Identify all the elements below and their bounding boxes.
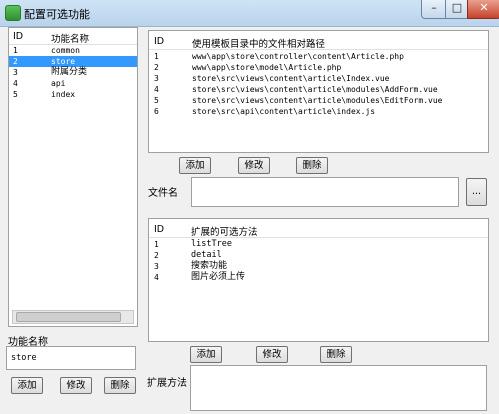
- add-file-button[interactable]: 添加: [179, 157, 211, 174]
- function-list-header-name: 功能名称: [51, 34, 90, 45]
- file-list[interactable]: ID 使用模板目录中的文件相对路径 1 www\app\store\control…: [148, 30, 489, 153]
- function-name-field[interactable]: store: [6, 346, 136, 370]
- close-icon: ✕: [479, 1, 489, 14]
- table-row[interactable]: 4 图片必须上传: [149, 272, 488, 283]
- row-id: 1: [154, 52, 159, 61]
- row-method: 搜索功能: [191, 261, 228, 271]
- table-row[interactable]: 2 detail: [149, 250, 488, 261]
- row-path: store\src\views\content\article\Index.vu…: [192, 74, 390, 83]
- list-item-id: 3: [13, 68, 18, 77]
- row-id: 2: [154, 63, 159, 72]
- file-name-label: 文件名: [148, 188, 178, 199]
- row-method: detail: [191, 250, 222, 260]
- list-item-name: index: [51, 90, 76, 99]
- table-row[interactable]: 6 store\src\api\content\article\index.js: [149, 106, 488, 117]
- edit-function-button[interactable]: 修改: [60, 377, 92, 394]
- browse-button[interactable]: ...: [466, 178, 487, 206]
- list-item-name: api: [51, 79, 66, 88]
- list-item-name: common: [51, 46, 80, 55]
- delete-file-button[interactable]: 删除: [296, 157, 328, 174]
- scrollbar-thumb[interactable]: [16, 312, 121, 322]
- app-icon: [5, 5, 21, 21]
- row-path: www\app\store\controller\content\Article…: [192, 52, 404, 61]
- table-row[interactable]: 1 listTree: [149, 239, 488, 250]
- table-row[interactable]: 3 store\src\views\content\article\Index.v…: [149, 73, 488, 84]
- row-id: 3: [154, 74, 159, 83]
- row-path: www\app\store\model\Article.php: [192, 63, 342, 72]
- delete-function-button[interactable]: 删除: [104, 377, 136, 394]
- edit-file-button[interactable]: 修改: [238, 157, 270, 174]
- header-divider: [149, 49, 488, 50]
- row-path: store\src\api\content\article\index.js: [192, 107, 376, 116]
- window-title: 配置可选功能: [24, 8, 90, 21]
- method-list[interactable]: ID 扩展的可选方法 1 listTree 2 detail 3 搜索功能 4 图片必须…: [148, 218, 489, 342]
- minimize-button[interactable]: –: [421, 0, 447, 19]
- row-id: 1: [154, 240, 159, 249]
- add-function-button[interactable]: 添加: [11, 377, 43, 394]
- method-list-header-id: ID: [154, 224, 165, 235]
- list-item[interactable]: 3 附属分类: [9, 67, 137, 78]
- list-item[interactable]: 1 common: [9, 45, 137, 56]
- row-id: 2: [154, 251, 159, 260]
- method-name-field[interactable]: [190, 365, 487, 411]
- list-item[interactable]: 5 index: [9, 89, 137, 100]
- horizontal-scrollbar[interactable]: [12, 310, 134, 324]
- list-item-id: 2: [13, 57, 18, 66]
- row-id: 4: [154, 273, 159, 282]
- list-item-name: store: [51, 57, 76, 66]
- row-method: listTree: [191, 239, 232, 249]
- header-divider: [149, 237, 488, 238]
- list-item-name: 附属分类: [51, 67, 88, 77]
- maximize-button[interactable]: □: [445, 0, 469, 19]
- row-path: store\src\views\content\article\modules\…: [192, 96, 443, 105]
- row-id: 4: [154, 85, 159, 94]
- method-list-header-method: 扩展的可选方法: [191, 227, 258, 238]
- row-id: 3: [154, 262, 159, 271]
- close-button[interactable]: ✕: [467, 0, 499, 19]
- list-item-id: 1: [13, 46, 18, 55]
- title-bar: 配置可选功能 – □ ✕: [0, 0, 499, 27]
- table-row[interactable]: 1 www\app\store\controller\content\Articl…: [149, 51, 488, 62]
- row-method: 图片必须上传: [191, 272, 246, 282]
- table-row[interactable]: 5 store\src\views\content\article\modules…: [149, 95, 488, 106]
- table-row[interactable]: 4 store\src\views\content\article\modules…: [149, 84, 488, 95]
- function-list-header-id: ID: [13, 31, 24, 42]
- edit-method-button[interactable]: 修改: [256, 346, 288, 363]
- file-list-header-id: ID: [154, 36, 165, 47]
- method-name-label: 扩展方法: [147, 378, 187, 389]
- maximize-icon: □: [451, 1, 463, 14]
- file-name-field[interactable]: [191, 177, 459, 207]
- add-method-button[interactable]: 添加: [190, 346, 222, 363]
- minimize-icon: –: [431, 1, 437, 14]
- row-id: 5: [154, 96, 159, 105]
- file-list-header-path: 使用模板目录中的文件相对路径: [192, 39, 326, 50]
- list-item-id: 5: [13, 90, 18, 99]
- table-row[interactable]: 3 搜索功能: [149, 261, 488, 272]
- table-row[interactable]: 2 www\app\store\model\Article.php: [149, 62, 488, 73]
- function-name-value: store: [11, 353, 37, 363]
- delete-method-button[interactable]: 删除: [320, 346, 352, 363]
- list-item[interactable]: 4 api: [9, 78, 137, 89]
- function-list[interactable]: ID 功能名称 1 common 2 store 3 附属分类 4 api 5 index: [8, 27, 138, 327]
- row-path: store\src\views\content\article\modules\…: [192, 85, 438, 94]
- row-id: 6: [154, 107, 159, 116]
- list-item-selected[interactable]: 2 store: [9, 56, 137, 67]
- list-item-id: 4: [13, 79, 18, 88]
